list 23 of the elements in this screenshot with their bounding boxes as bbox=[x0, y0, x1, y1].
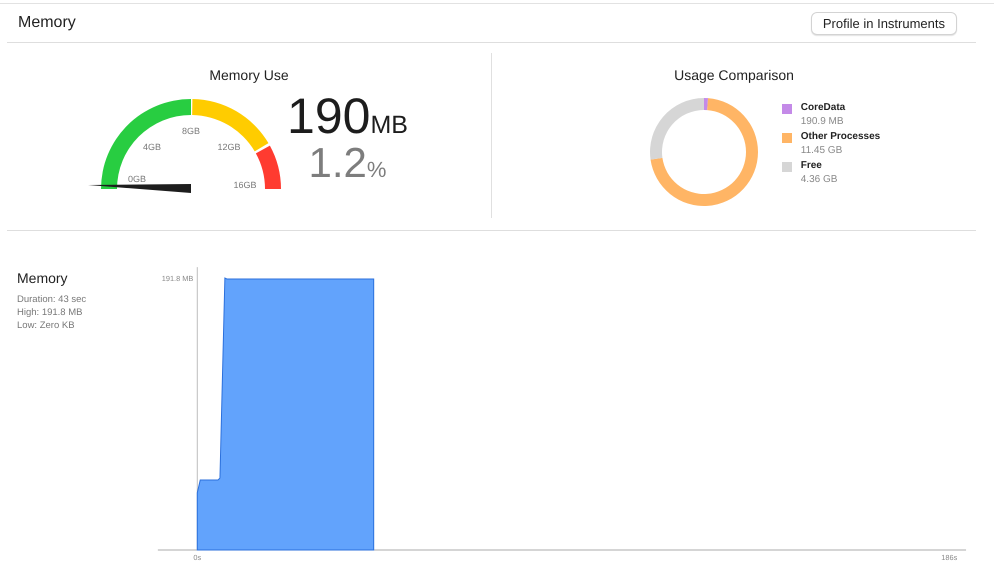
legend-value: 190.9 MB bbox=[800, 116, 845, 127]
gauge-label: 0GB bbox=[128, 174, 146, 184]
profile-button[interactable]: Profile in Instruments bbox=[810, 12, 957, 34]
memory-unit: MB bbox=[370, 111, 408, 140]
gauge-label: 4GB bbox=[143, 142, 162, 152]
panel-title: Memory Use bbox=[209, 67, 289, 83]
legend-label: Free bbox=[800, 160, 823, 171]
percent-unit: % bbox=[366, 157, 386, 183]
gauge-label: 8GB bbox=[182, 126, 200, 136]
gauge-label: 12GB bbox=[218, 142, 241, 152]
legend-label: CoreData bbox=[800, 102, 846, 113]
memory-value: 190 bbox=[287, 91, 370, 141]
legend-value: 4.36 GB bbox=[800, 174, 838, 185]
percent-value: 1.2 bbox=[308, 141, 367, 185]
section-title: Memory bbox=[18, 14, 76, 32]
graph-title: Memory bbox=[17, 270, 69, 286]
gauge-label: 16GB bbox=[234, 180, 257, 190]
graph-detail: Duration: 43 sec bbox=[17, 293, 88, 306]
graph-detail: Low: Zero KB bbox=[17, 319, 76, 332]
legend-label: Other Processes bbox=[800, 131, 880, 142]
panel-title: Usage Comparison bbox=[674, 67, 794, 83]
graph-detail: High: 191.8 MB bbox=[17, 306, 84, 319]
legend-value: 11.45 GB bbox=[800, 145, 844, 156]
